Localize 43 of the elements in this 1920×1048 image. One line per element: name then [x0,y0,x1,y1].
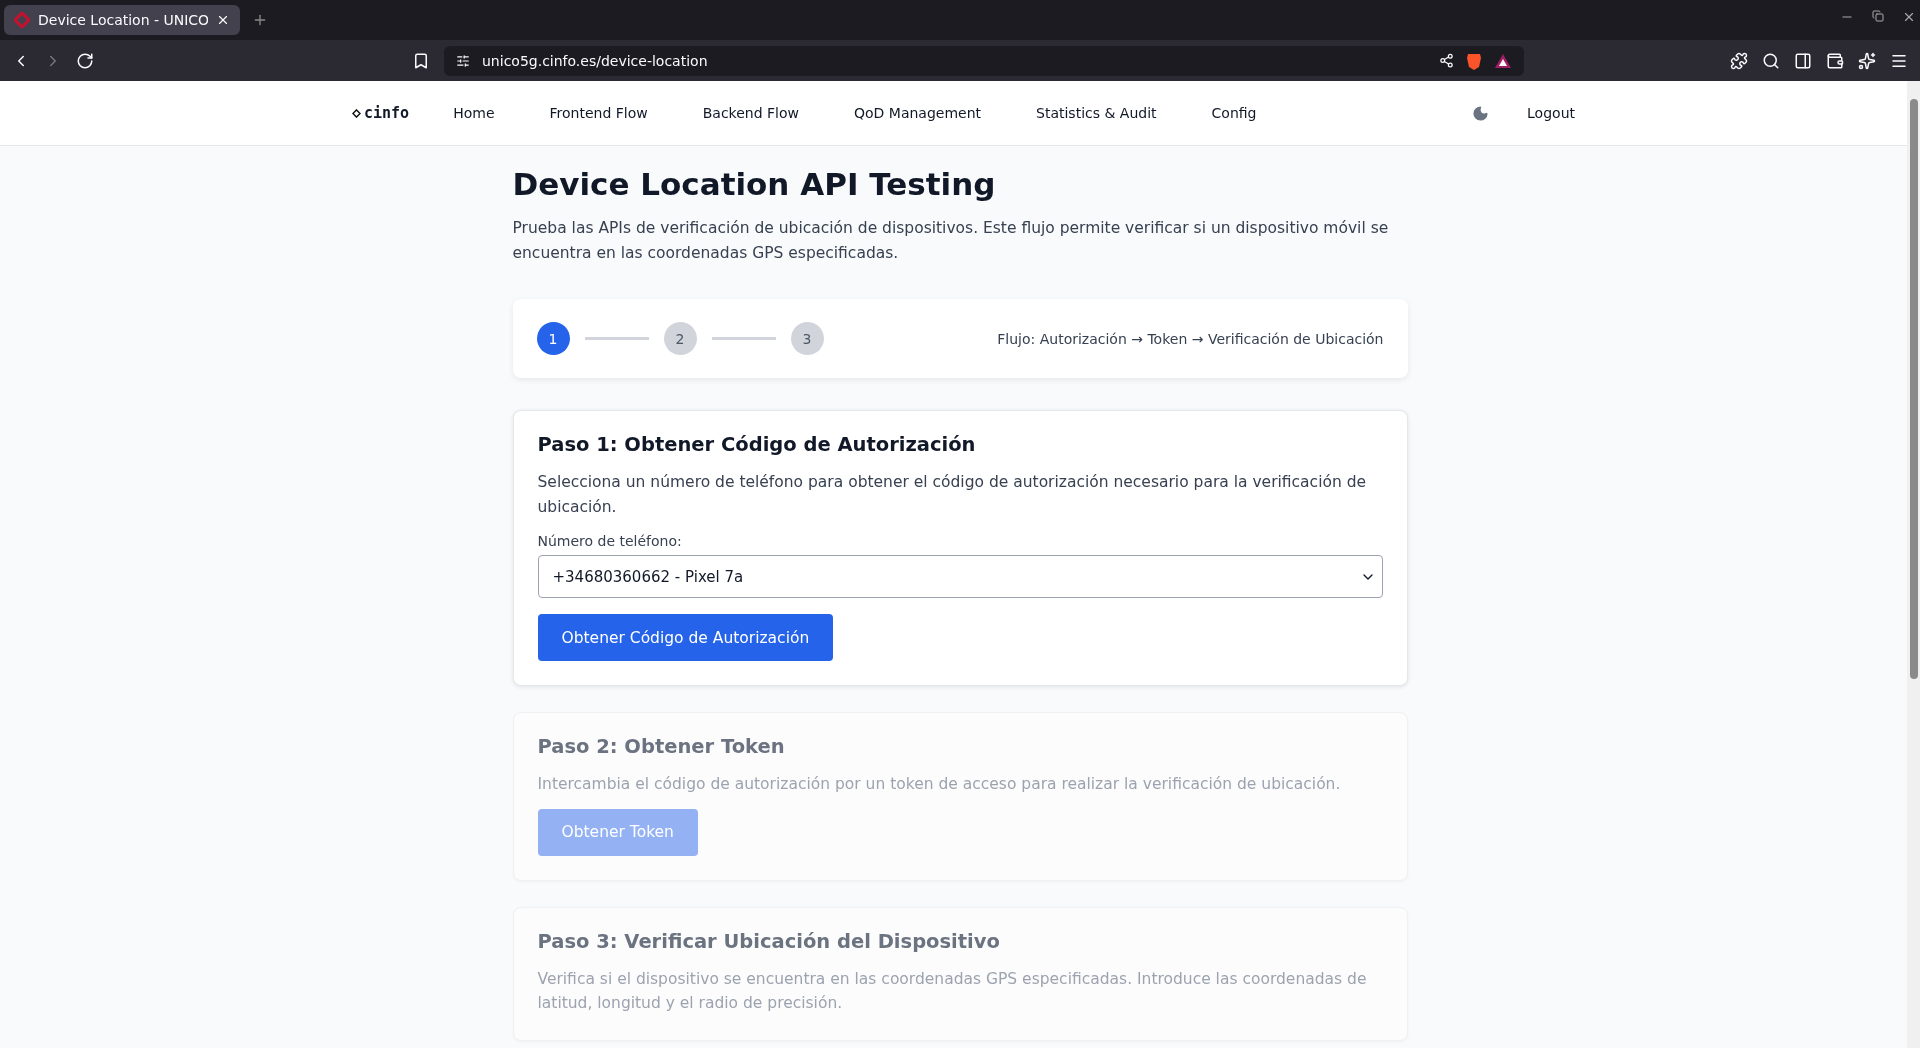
card-description: Verifica si el dispositivo se encuentra en las coordenadas GPS especificadas. Introduce las coordenadas de latitud, longitud y el radio de precisión. [537,968,1368,1014]
nav-link[interactable]: Home [453,105,495,121]
card-description: Intercambia el código de autorización por un token de acceso para realizar la verificación de ubicación. [537,774,1342,795]
card-title: Paso 3: Verificar Ubicación del Dispositivo [537,929,1001,953]
scrollbar[interactable] [1907,81,1920,1048]
flow-text: Flujo: Autorización → Token → Verificación de Ubicación [997,330,1384,347]
browser-tab[interactable]: Device Location - UNICO [4,5,240,35]
reload-icon[interactable] [76,51,94,70]
nav-link[interactable]: QoD Management [854,105,982,121]
bookmark-icon[interactable] [412,51,430,70]
diamond-logo-icon [352,108,361,118]
site-logo[interactable]: cinfo [352,104,410,122]
nav-link[interactable]: Backend Flow [702,105,799,121]
moon-icon[interactable] [1472,104,1490,122]
phone-select[interactable]: +34680360662 - Pixel 7a [537,555,1383,598]
nav-link[interactable]: Frontend Flow [549,105,648,121]
nav-link[interactable]: Config [1211,105,1257,121]
authorization-button[interactable]: Obtener Código de Autorización [537,614,834,661]
step-indicator: 1 [536,322,570,355]
site-settings-icon[interactable] [456,53,470,68]
close-icon[interactable] [216,13,230,27]
step-indicator: 2 [663,322,697,355]
address-bar[interactable]: unico5g.cinfo.es/device-location [444,45,1524,76]
page-description: Prueba las APIs de verificación de ubicación de dispositivos. Este flujo permite verificar si un dispositivo móvil se encuentra en las coordenadas GPS especificadas. [512,218,1390,264]
plus-icon[interactable] [252,12,268,28]
close-icon[interactable] [1902,10,1916,24]
step-indicator: 3 [790,322,824,355]
share-icon[interactable] [1439,53,1454,68]
wallet-icon[interactable] [1826,51,1844,70]
sparkle-icon[interactable] [1858,51,1876,70]
restore-icon[interactable] [1872,10,1884,22]
field-label: Número de teléfono: [537,533,683,549]
card-description: Selecciona un número de teléfono para obtener el código de autorización necesario para la verificación de ubicación. [537,472,1368,518]
sidebar-icon[interactable] [1794,51,1812,70]
logout-link[interactable]: Logout [1527,105,1575,121]
page-title: Device Location API Testing [512,166,997,202]
nav-link[interactable]: Statistics & Audit [1036,105,1157,121]
triangle-icon[interactable] [1494,52,1512,69]
search-icon[interactable] [1762,51,1780,70]
diamond-logo-icon [14,12,30,28]
card-title: Paso 2: Obtener Token [537,735,786,758]
card-title: Paso 1: Obtener Código de Autorización [537,433,977,456]
puzzle-icon[interactable] [1730,51,1748,70]
